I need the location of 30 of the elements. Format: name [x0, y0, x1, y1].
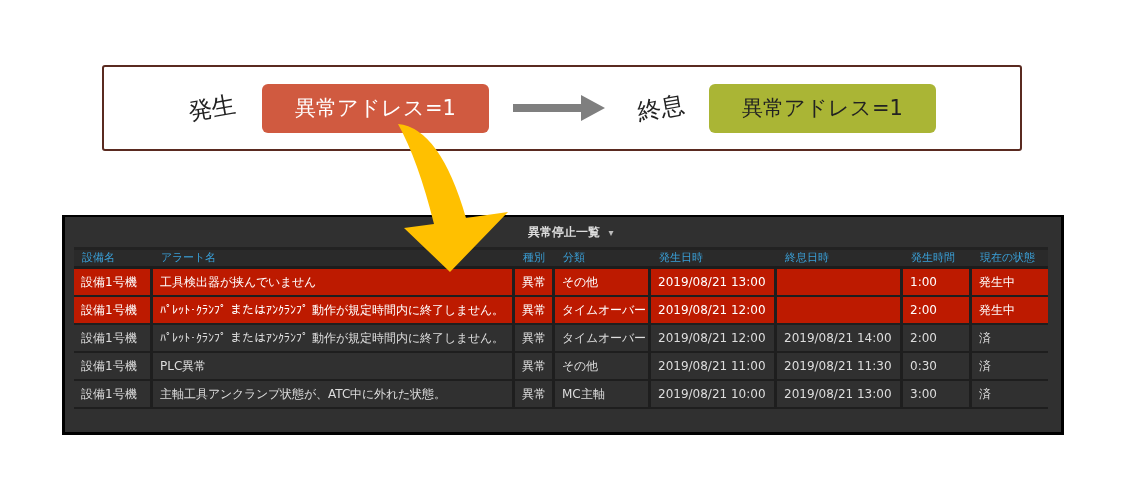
- table-cell-text: 済: [978, 386, 992, 403]
- column-header: 発生時間: [910, 250, 956, 266]
- table-cell: 2019/08/21 10:00: [651, 381, 777, 407]
- table-row[interactable]: 設備1号機 主軸工具アンクランプ状態が、ATC中に外れた状態。 異常 MC主軸 2019/08/21 10:00 2019/08/21 13:00 3:00 済: [74, 381, 1048, 409]
- table-cell-text: 発生中: [978, 302, 1016, 319]
- column-header: 設備名: [81, 250, 116, 266]
- table-cell: MC主軸: [555, 381, 651, 407]
- end-address-box: 異常アドレス=1: [709, 83, 936, 133]
- column-header: 終息日時: [784, 250, 830, 266]
- table-row[interactable]: 設備1号機 ﾊﾟﾚｯﾄ･ｸﾗﾝﾌﾟ またはｱﾝｸﾗﾝﾌﾟ 動作が規定時間内に終了しません。 異常 タイムオーバー 2019/08/21 12:00 2019/08/21 14:00 2:00 済: [74, 325, 1048, 353]
- end-label: 終息: [634, 89, 688, 128]
- column-header: 種別: [522, 250, 546, 266]
- table-cell: 3:00: [903, 381, 972, 407]
- table-cell-text: 済: [978, 330, 992, 347]
- column-header: アラート名: [160, 250, 217, 266]
- table-row[interactable]: 設備1号機 PLC異常 異常 その他 2019/08/21 11:00 2019/08/21 11:30 0:30 済: [74, 353, 1048, 381]
- table-row[interactable]: 設備1号機 ﾊﾟﾚｯﾄ･ｸﾗﾝﾌﾟ またはｱﾝｸﾗﾝﾌﾟ 動作が規定時間内に終了しません。 異常 タイムオーバー 2019/08/21 12:00 2:00 発生中: [74, 297, 1048, 325]
- table-cell: 異常: [515, 381, 555, 407]
- column-header: 発生日時: [658, 250, 704, 266]
- screen-title: 異常停止一覧: [528, 223, 601, 241]
- table-cell-text: 発生中: [978, 274, 1016, 291]
- table-cell: 設備1号機: [74, 381, 153, 407]
- start-address-box: 異常アドレス=1: [262, 83, 489, 133]
- column-header: 分類: [562, 250, 586, 266]
- table-cell-text: 済: [978, 358, 992, 375]
- dropdown-button[interactable]: ▾: [608, 226, 614, 238]
- start-label: 発生: [185, 89, 239, 128]
- table-cell: 主軸工具アンクランプ状態が、ATC中に外れた状態。: [153, 381, 515, 407]
- table-cell: 2019/08/21 13:00: [777, 381, 903, 407]
- column-header: 現在の状態: [979, 250, 1036, 266]
